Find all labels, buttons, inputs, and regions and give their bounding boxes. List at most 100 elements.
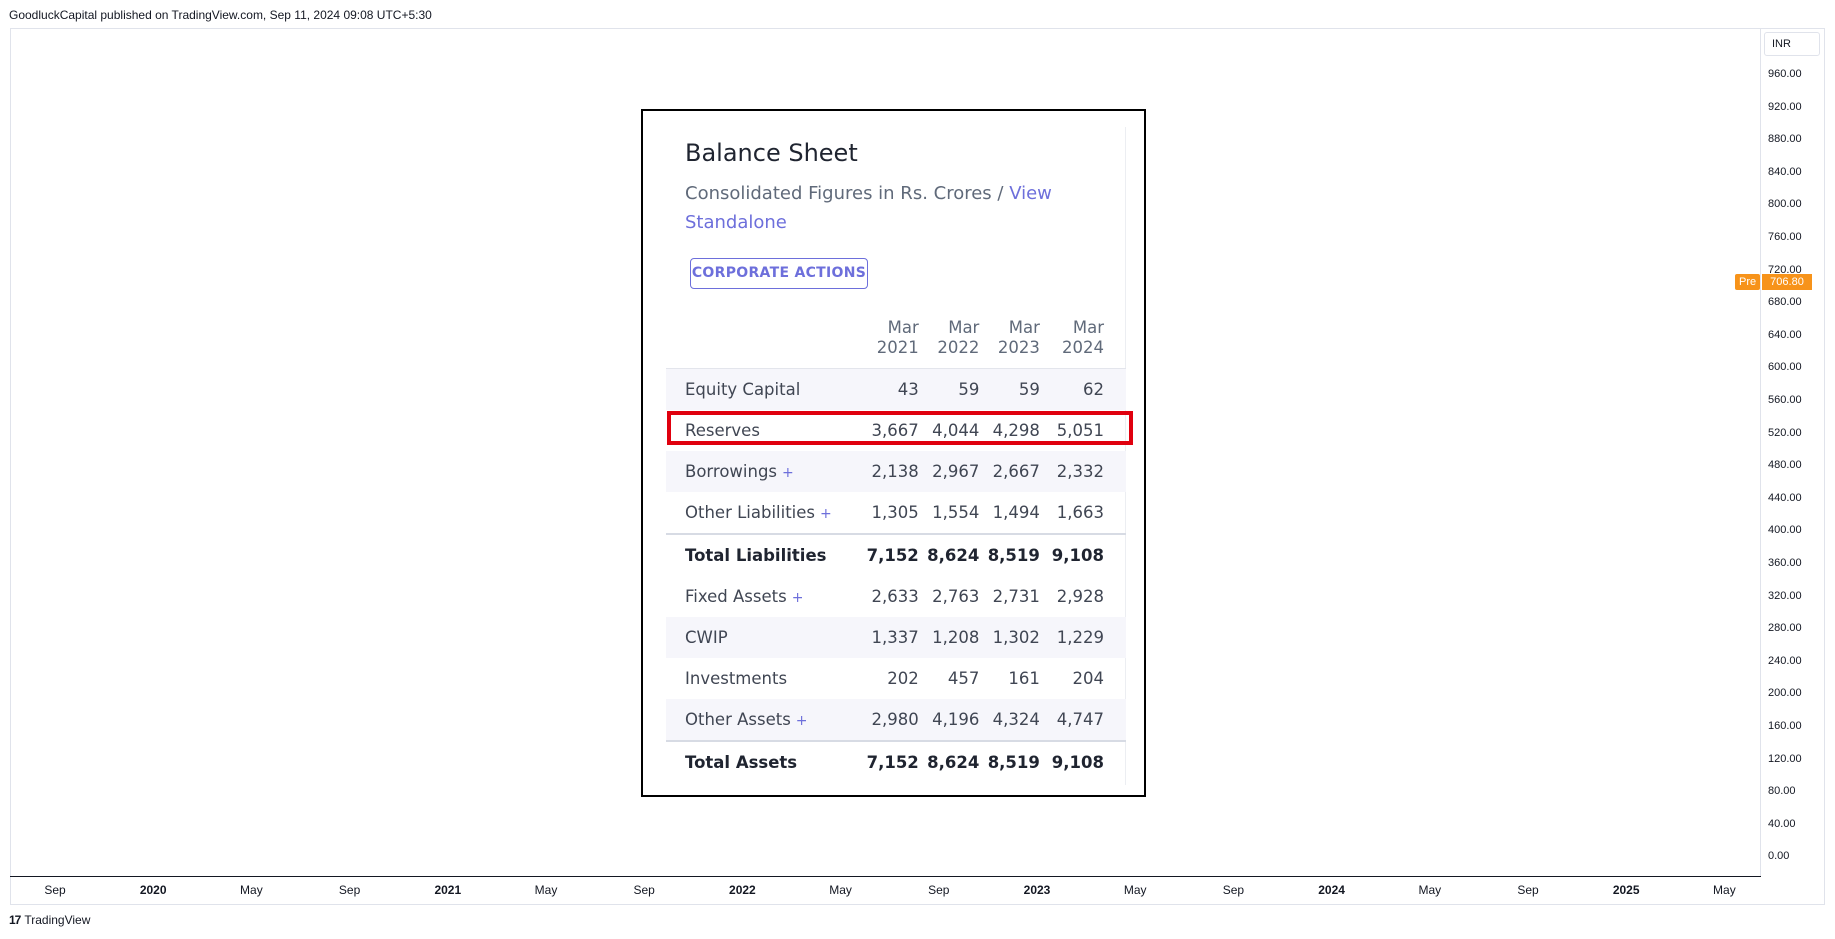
row-label: Fixed Assets + [685, 587, 804, 606]
price-axis-label: 440.00 [1768, 491, 1802, 504]
cell-value: 1,208 [918, 617, 980, 658]
time-axis-label: Sep [338, 883, 361, 897]
price-axis-label: 680.00 [1768, 296, 1802, 309]
cell-value: 4,747 [1039, 699, 1126, 741]
price-axis-label: 960.00 [1768, 68, 1802, 80]
row-label: Investments [685, 669, 788, 688]
expand-plus-icon[interactable]: + [792, 590, 804, 606]
cell-value: 2,138 [858, 451, 919, 492]
time-axis-label: May [829, 883, 852, 897]
table-row: Total Liabilities 7,152 8,624 8,519 9,108 [666, 533, 1126, 576]
time-axis-label: May [240, 883, 263, 897]
price-axis-label: 320.00 [1768, 589, 1802, 602]
cell-value: 457 [947, 669, 980, 688]
time-axis[interactable]: Sep 2020 May Sep 2021 May Sep 2022 May Sep 2023 May… [10, 880, 1761, 900]
balance-sheet-table: Mar 2021 Mar 2022 Mar 2023 Mar 2024 Equity Capit… [666, 312, 1126, 783]
cell-value: 1,663 [1056, 503, 1104, 522]
cell-value: 2,731 [992, 587, 1040, 606]
column-header: Mar 2022 [937, 318, 980, 357]
cell-value: 7,152 [858, 533, 919, 576]
expand-plus-icon[interactable]: + [782, 465, 794, 481]
cell-value: 2,633 [871, 587, 919, 606]
price-axis-label: 80.00 [1768, 785, 1796, 798]
price-axis-label: 800.00 [1768, 198, 1802, 211]
time-axis-label: Sep [928, 883, 950, 897]
row-label: Equity Capital [666, 368, 859, 410]
price-axis-label: 360.00 [1768, 557, 1802, 569]
cell-value: 59 [918, 368, 980, 410]
balance-sheet-title: Balance Sheet [685, 139, 858, 167]
price-axis-label: 160.00 [1768, 720, 1802, 732]
table-row[interactable]: Other Assets +2,980 4,196 4,324 4,747 [666, 699, 1126, 741]
cell-value: 1,302 [979, 617, 1040, 658]
publisher-header: GoodluckCapital published on TradingView… [9, 8, 432, 22]
price-axis-label: 400.00 [1768, 524, 1802, 537]
row-label: CWIP [666, 617, 859, 658]
column-header: Mar 2023 [997, 318, 1040, 357]
row-label: Other Assets + [666, 699, 859, 741]
time-axis-label: 2020 [139, 883, 167, 897]
table-header-row: Mar 2021 Mar 2022 Mar 2023 Mar 2024 [666, 312, 1126, 369]
time-axis-label: Sep [1517, 883, 1539, 897]
cell-value: 1,229 [1039, 617, 1126, 658]
time-axis-label: Sep [633, 883, 655, 897]
price-axis-label: 760.00 [1768, 231, 1802, 243]
row-label: Other Liabilities + [685, 503, 832, 522]
cell-value: 2,763 [932, 587, 980, 606]
price-axis-label: 0.00 [1768, 850, 1790, 863]
time-axis-label: May [534, 883, 558, 897]
cell-value: 9,108 [1039, 740, 1126, 783]
price-axis-label: 480.00 [1768, 459, 1802, 472]
tradingview-logo-icon: 17 [9, 913, 21, 927]
price-axis-label: 520.00 [1768, 426, 1802, 439]
balance-sheet-subtitle: Consolidated Figures in Rs. Crores / Vie… [685, 179, 1095, 237]
cell-value: 7,152 [858, 740, 919, 783]
cell-value: 1,554 [932, 503, 980, 522]
cell-value: 62 [1039, 368, 1126, 410]
table-row: CWIP 1,337 1,208 1,302 1,229 [666, 617, 1126, 658]
cell-value: 1,305 [871, 503, 919, 522]
table-row: Investments 202 457 161 204 [666, 658, 1126, 699]
cell-value: 161 [1008, 669, 1040, 688]
table-row: Total Assets 7,152 8,624 8,519 9,108 [666, 740, 1126, 783]
table-row[interactable]: Other Liabilities + 1,305 1,554 1,494 1,663 [666, 492, 1126, 534]
time-axis-label: 2025 [1612, 883, 1640, 897]
table-row[interactable]: Fixed Assets + 2,633 2,763 2,731 2,928 [666, 576, 1126, 617]
price-axis-divider [1760, 28, 1761, 876]
cell-value: 1,337 [858, 617, 919, 658]
subtitle-text: Consolidated Figures in Rs. Crores / [685, 183, 1010, 204]
time-axis-label: Sep [44, 883, 66, 897]
time-axis-label: 2022 [729, 883, 756, 897]
column-header: Mar 2024 [1062, 318, 1104, 357]
price-axis-label: 240.00 [1768, 654, 1802, 667]
price-axis-label: 600.00 [1768, 361, 1802, 374]
cell-value: 2,332 [1039, 451, 1126, 492]
cell-value: 2,967 [918, 451, 980, 492]
cell-value: 8,519 [979, 740, 1040, 783]
price-axis-label: 920.00 [1768, 100, 1802, 113]
price-axis-label: 840.00 [1768, 165, 1802, 178]
cell-value: 2,980 [858, 699, 919, 741]
table-row: Equity Capital 43 59 59 62 [666, 368, 1126, 410]
balance-sheet-screenshot: Balance Sheet Consolidated Figures in Rs… [641, 109, 1146, 797]
price-axis-label: 200.00 [1768, 687, 1802, 700]
current-price-badge: 706.80 [1762, 274, 1812, 290]
expand-plus-icon[interactable]: + [796, 713, 808, 729]
price-axis-label: 120.00 [1768, 752, 1802, 765]
cell-value: 1,494 [992, 503, 1040, 522]
price-axis[interactable]: 960.00 920.00 880.00 840.00 800.00 760.00 720.… [1768, 0, 1828, 880]
corporate-actions-button[interactable]: CORPORATE ACTIONS [690, 258, 868, 289]
reserves-highlight-box [667, 411, 1133, 445]
footer-brand: TradingView [24, 913, 91, 927]
time-axis-label: 2023 [1023, 883, 1051, 897]
cell-value: 9,108 [1039, 533, 1126, 576]
cell-value: 204 [1072, 669, 1105, 688]
cell-value: 2,928 [1056, 587, 1104, 606]
time-axis-label: Sep [1222, 883, 1245, 897]
cell-value: 59 [979, 368, 1040, 410]
time-axis-label: 2024 [1318, 883, 1345, 897]
expand-plus-icon[interactable]: + [820, 506, 832, 522]
header-blank [666, 312, 858, 369]
time-axis-label: 2021 [434, 883, 462, 897]
table-row[interactable]: Borrowings +2,138 2,967 2,667 2,332 [666, 451, 1126, 492]
